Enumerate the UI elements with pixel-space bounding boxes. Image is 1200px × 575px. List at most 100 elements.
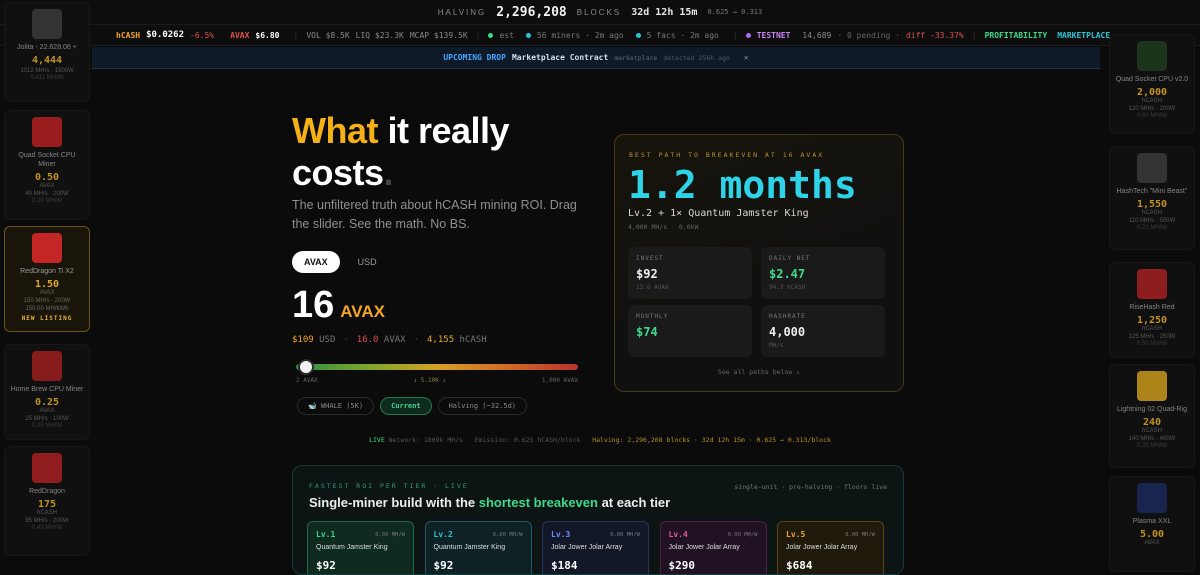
halving-rate: 0.625 → 0.313 — [707, 8, 763, 16]
tier-price: $184 — [551, 559, 578, 572]
halving-blocks-unit: BLOCKS — [576, 7, 622, 17]
tier-card[interactable]: Lv.1 0.00 MH/W Quantum Jamster King $92 — [307, 521, 414, 574]
rail-miner-card[interactable]: Home Brew CPU Miner 0.25 AVAX 25 MH/s · … — [4, 344, 90, 440]
miners-status: 56 miners · 2m ago — [525, 31, 630, 40]
rail-miner-card[interactable]: Quad Socket CPU v2.0 2,000 hCASH 120 MH/… — [1109, 34, 1195, 134]
new-listing-badge: NEW LISTING — [21, 315, 73, 322]
slider-min-label: 2 AVAX — [296, 377, 318, 384]
miner-unit: hCASH — [1141, 98, 1162, 104]
stat-hashrate-value: 4,000 — [769, 325, 806, 339]
miner-efficiency — [1110, 548, 1194, 554]
preset-current-button[interactable]: Current — [380, 397, 432, 415]
budget-amount: 16 AVAX — [292, 284, 385, 327]
tier-card[interactable]: Lv.4 0.00 MH/W Jolar Jower Jolar Array $… — [659, 521, 767, 574]
tier-efficiency: 0.00 MH/W — [610, 532, 640, 538]
rail-miner-card[interactable]: Jolita - 22.628.06 + 4,444 1012 MH/s · 1… — [4, 2, 90, 102]
currency-avax-button[interactable]: AVAX — [292, 251, 340, 273]
rail-miner-card[interactable]: RedDragon 175 hCASH 85 MH/s · 200W 0.43 … — [4, 446, 90, 556]
cpu-icon — [32, 9, 62, 39]
tier-card[interactable]: Lv.3 0.00 MH/W Jolar Jower Jolar Array $… — [542, 521, 649, 574]
stat-daily-net: DAILY NET $2.47 94.3 hCASH — [761, 247, 885, 299]
rail-miner-card[interactable]: RiseHash Red 1,250 hCASH 125 MH/s · 250W… — [1109, 262, 1195, 358]
miner-name: Lightning 02 Quad-Rig — [1116, 406, 1188, 413]
rail-miner-card[interactable]: RedDragon Ti X2 1.50 AVAX 150 MH/s · 200… — [4, 226, 90, 332]
tier-efficiency: 0.00 MH/W — [375, 532, 405, 538]
hcash-label: hCASH — [116, 30, 141, 40]
miner-unit: hCASH — [1141, 326, 1162, 332]
rail-miner-card[interactable]: Lightning 02 Quad-Rig 240 hCASH 140 MH/s… — [1109, 364, 1195, 468]
miner-name: RedDragon Ti X2 — [20, 268, 74, 275]
miner-price: 5.00 — [1139, 529, 1165, 540]
miner-efficiency: 0.60 MH/W — [1136, 113, 1167, 119]
close-icon[interactable]: ✕ — [744, 53, 749, 62]
tier-miner-name: Jolar Jower Jolar Array — [551, 544, 623, 551]
miner-price: 1,250 — [1136, 315, 1168, 326]
see-all-paths-link[interactable]: See all paths below ↓ — [614, 368, 904, 376]
server-icon — [1137, 153, 1167, 183]
miner-unit: AVAX — [39, 408, 55, 414]
miner-efficiency: 0.35 MH/W — [1136, 443, 1167, 449]
budget-slider-track[interactable] — [296, 364, 578, 370]
miner-price: 0.50 — [34, 172, 60, 183]
hcash-price: $0.0262 — [146, 30, 185, 40]
preset-whale-button[interactable]: 🐋 WHALE (5K) — [297, 397, 375, 415]
miner-name: RedDragon — [29, 488, 65, 495]
stat-invest-value: $92 — [636, 267, 658, 281]
liquidity: LIQ $23.3K — [355, 30, 404, 40]
volume: VOL $8.5K — [306, 30, 350, 40]
miner-unit: hCASH — [1141, 428, 1162, 434]
upcoming-drop-banner[interactable]: UPCOMING DROP Marketplace Contract marke… — [92, 47, 1100, 69]
miner-name: HashTech "Mini Beast" — [1116, 188, 1188, 195]
preset-halving-button[interactable]: Halving (~32.5d) — [437, 397, 528, 415]
tier-miner-name: Quantum Jamster King — [433, 544, 506, 551]
stat-monthly: MONTHLY $74 — [628, 305, 752, 357]
chip-icon — [1137, 483, 1167, 513]
avax-price: $6.80 — [255, 30, 280, 40]
status-dot-icon — [635, 32, 641, 38]
tier-card[interactable]: Lv.5 0.00 MH/W Jolar Jower Jolar Array $… — [777, 521, 884, 574]
rail-miner-card[interactable]: HashTech "Mini Beast" 1,550 hCASH 110 MH… — [1109, 146, 1195, 250]
budget-conversions: $109 USD · 16.0 AVAX · 4,155 hCASH — [292, 335, 487, 345]
tier-price: $92 — [433, 559, 454, 572]
profitability-link[interactable]: PROFITABILITY — [985, 31, 1048, 40]
cpu-icon — [32, 117, 62, 147]
breakeven-value: 1.2 months — [628, 163, 857, 207]
miner-name: Quad Socket CPU v2.0 — [1115, 76, 1189, 83]
tier-efficiency: 0.00 MH/W — [727, 532, 758, 538]
halving-countdown: 32d 12h 15m — [631, 6, 698, 18]
avax-label: AVAX — [230, 30, 250, 40]
breakeven-label: BEST PATH TO BREAKEVEN AT 16 AVAX — [629, 151, 825, 159]
testnet-value: 14,689 — [802, 30, 832, 40]
slider-labels: 2 AVAX ↓ 5.10K ↓ 1,000 AVAX — [296, 377, 578, 384]
tier-card[interactable]: Lv.2 0.00 MH/W Quantum Jamster King $92 — [424, 521, 532, 574]
currency-usd-button[interactable]: USD — [348, 251, 387, 273]
usd-value: $109 — [292, 335, 314, 345]
breakeven-build-spec: 4,000 MH/s · 0.0kW — [628, 223, 699, 231]
rail-miner-card[interactable]: Plasma XXL 5.00 AVAX — [1109, 476, 1195, 572]
slider-max-label: 1,000 AVAX — [541, 377, 578, 384]
stat-daily-net-value: $2.47 — [769, 267, 806, 281]
miner-unit: hCASH — [1141, 210, 1162, 216]
rail-miner-card[interactable]: Quad Socket CPU Miner 0.50 AVAX 40 MH/s … — [4, 110, 90, 220]
miner-unit: hCASH — [36, 510, 57, 516]
tier-efficiency: 0.00 MH/W — [845, 532, 875, 538]
breakeven-build: Lv.2 + 1× Quantum Jamster King — [628, 208, 809, 219]
miner-spec: 110 MH/s · 500W — [1128, 218, 1176, 224]
stat-hashrate: HASHRATE 4,000 MH/s — [761, 305, 885, 357]
drop-tag: UPCOMING DROP — [443, 53, 506, 62]
budget-slider-thumb[interactable] — [297, 359, 314, 375]
slider-mid-label: ↓ 5.10K ↓ — [413, 377, 447, 384]
gpu-icon — [32, 453, 62, 483]
stat-monthly-value: $74 — [636, 325, 658, 339]
tier-miner-name: Quantum Jamster King — [316, 544, 388, 551]
stat-invest: INVEST $92 13.6 AVAX — [628, 247, 752, 299]
miner-price: 0.25 — [34, 397, 60, 408]
marketplace-link[interactable]: MARKETPLACE — [1057, 31, 1110, 40]
miner-efficiency: 150.00 MH/kWh — [25, 306, 69, 312]
miner-spec: 40 MH/s · 200W — [25, 191, 69, 197]
est-status: est — [488, 31, 519, 40]
page-subtitle: The unfiltered truth about hCASH mining … — [292, 198, 577, 231]
drop-detected: detected 256h ago — [663, 53, 730, 62]
network-status-line: LIVE Network: 1869k MH/s · Emission: 0.6… — [369, 436, 831, 444]
tier-miner-name: Jolar Jower Jolar Array — [786, 544, 858, 551]
